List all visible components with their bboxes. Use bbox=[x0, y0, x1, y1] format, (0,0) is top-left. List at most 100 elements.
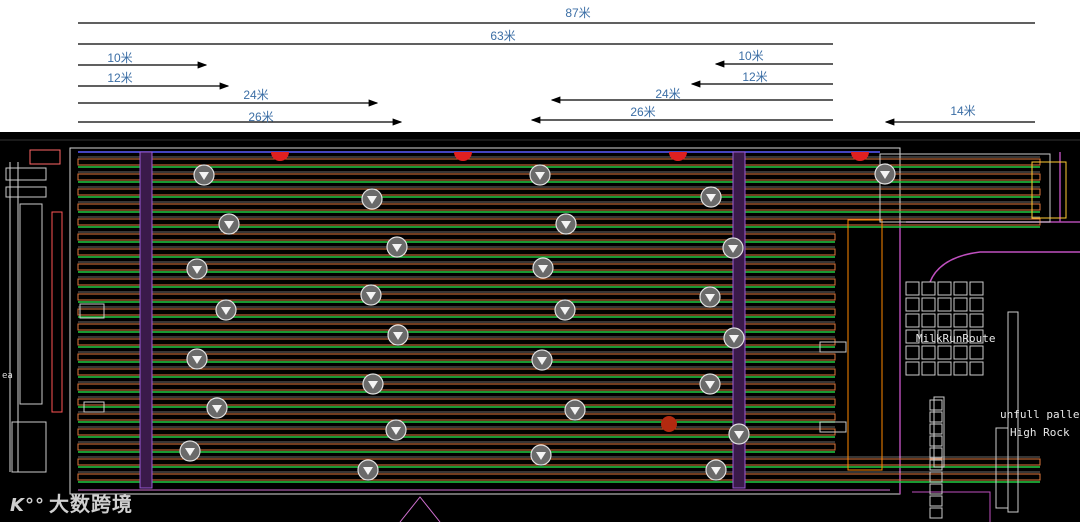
dock-cell bbox=[969, 297, 984, 312]
dock-cell bbox=[953, 345, 968, 360]
rack-marker-icon bbox=[218, 213, 240, 235]
rack-marker-icon bbox=[387, 324, 409, 346]
rack-row bbox=[77, 456, 1041, 468]
dock-cell bbox=[929, 411, 943, 423]
rack-marker-icon bbox=[554, 299, 576, 321]
high-rock-label: High Rock bbox=[1010, 426, 1070, 439]
rack-row bbox=[77, 471, 1041, 483]
dock-cell bbox=[921, 361, 936, 376]
rack-row bbox=[77, 201, 1041, 213]
rack-marker-icon bbox=[215, 299, 237, 321]
dock-cell bbox=[969, 313, 984, 328]
area-labels: MilkRunRoute unfull pallet High Rock bbox=[916, 332, 1080, 439]
rack-row bbox=[77, 186, 1041, 198]
milkrun-label: MilkRunRoute bbox=[916, 332, 995, 345]
rack-row bbox=[77, 411, 836, 423]
rack-marker-icon bbox=[186, 258, 208, 280]
rack-marker-icon bbox=[357, 459, 379, 481]
rack-marker-icon bbox=[532, 257, 554, 279]
rack-row bbox=[77, 306, 836, 318]
dock-cell bbox=[921, 281, 936, 296]
rack-marker-icon bbox=[722, 237, 744, 259]
dock-cell bbox=[929, 447, 943, 459]
rack-row bbox=[77, 246, 836, 258]
fire-marker-icon bbox=[271, 152, 289, 161]
dim-87-label: 87米 bbox=[565, 6, 590, 20]
rack-row bbox=[77, 426, 836, 438]
fire-marker-icon bbox=[454, 152, 472, 161]
left-equipment-zone: ea bbox=[2, 149, 105, 473]
watermark: K°° 大数跨境 bbox=[10, 488, 133, 517]
dock-cell bbox=[905, 297, 920, 312]
rack-marker-icon bbox=[206, 397, 228, 419]
dim-12-left-label: 12米 bbox=[107, 71, 132, 85]
rack-row bbox=[77, 396, 836, 408]
dock-cell bbox=[953, 313, 968, 328]
dock-cell bbox=[929, 495, 943, 507]
dock-cell bbox=[921, 345, 936, 360]
dock-cell bbox=[937, 297, 952, 312]
rack-marker-icon bbox=[193, 164, 215, 186]
dim-26-left-label: 26米 bbox=[248, 110, 273, 124]
dock-cell bbox=[953, 281, 968, 296]
fire-marker-icon bbox=[661, 416, 677, 432]
watermark-logo: K°° bbox=[10, 495, 45, 516]
dock-cell bbox=[929, 423, 943, 435]
dock-cell bbox=[937, 281, 952, 296]
dim-14-label: 14米 bbox=[950, 104, 975, 118]
rack-marker-icon bbox=[531, 349, 553, 371]
dim-63-label: 63米 bbox=[490, 29, 515, 43]
unfull-pallet-label: unfull pallet bbox=[1000, 408, 1080, 421]
rack-row bbox=[77, 321, 836, 333]
warehouse-layout-drawing: ea MilkRunRoute unfull pallet High Rock bbox=[0, 132, 1080, 522]
rack-row bbox=[77, 156, 1041, 168]
rack-marker-icon bbox=[186, 348, 208, 370]
watermark-text: 大数跨境 bbox=[48, 492, 133, 516]
dock-cell bbox=[905, 281, 920, 296]
rack-marker-icon bbox=[529, 164, 551, 186]
dock-cell bbox=[969, 281, 984, 296]
dock-cell bbox=[929, 507, 943, 519]
rack-marker-icon bbox=[360, 284, 382, 306]
rack-marker-icon bbox=[700, 186, 722, 208]
rack-marker-icon bbox=[362, 373, 384, 395]
dock-cell bbox=[921, 313, 936, 328]
rack-marker-icon bbox=[728, 423, 750, 445]
rack-marker-icon bbox=[705, 459, 727, 481]
rack-marker-icon bbox=[555, 213, 577, 235]
dock-cell bbox=[953, 297, 968, 312]
rack-row bbox=[77, 231, 836, 243]
rack-marker-icon bbox=[361, 188, 383, 210]
dock-cell bbox=[953, 361, 968, 376]
dim-12-right-label: 12米 bbox=[742, 70, 767, 84]
rack-marker-icon bbox=[179, 440, 201, 462]
dock-cell bbox=[937, 361, 952, 376]
rack-marker-icon bbox=[723, 327, 745, 349]
dim-24-right-label: 24米 bbox=[655, 87, 680, 101]
dock-cell bbox=[937, 313, 952, 328]
rack-row bbox=[77, 276, 836, 288]
dim-10-right-label: 10米 bbox=[738, 49, 763, 63]
dock-cell bbox=[937, 345, 952, 360]
dim-26-right-label: 26米 bbox=[630, 105, 655, 119]
dimension-annotations: 87米 63米 10米 12米 24米 26米 10米 12米 24米 26米 … bbox=[78, 6, 1035, 126]
rack-marker-icon bbox=[385, 419, 407, 441]
rack-marker-icon bbox=[530, 444, 552, 466]
dock-cell bbox=[929, 435, 943, 447]
dock-cell bbox=[921, 297, 936, 312]
rack-row bbox=[77, 381, 836, 393]
rack-marker-icon bbox=[564, 399, 586, 421]
dock-cell bbox=[929, 399, 943, 411]
dock-cell bbox=[969, 345, 984, 360]
dim-24-left-label: 24米 bbox=[243, 88, 268, 102]
rack-marker-icon bbox=[386, 236, 408, 258]
dock-cell bbox=[905, 361, 920, 376]
dock-cell bbox=[905, 313, 920, 328]
rack-marker-icon bbox=[874, 163, 896, 185]
dock-cell bbox=[905, 345, 920, 360]
fire-marker-icon bbox=[669, 152, 687, 161]
dock-cell bbox=[969, 361, 984, 376]
rack-marker-icon bbox=[699, 373, 721, 395]
rack-marker-icon bbox=[699, 286, 721, 308]
dim-10-left-label: 10米 bbox=[107, 51, 132, 65]
